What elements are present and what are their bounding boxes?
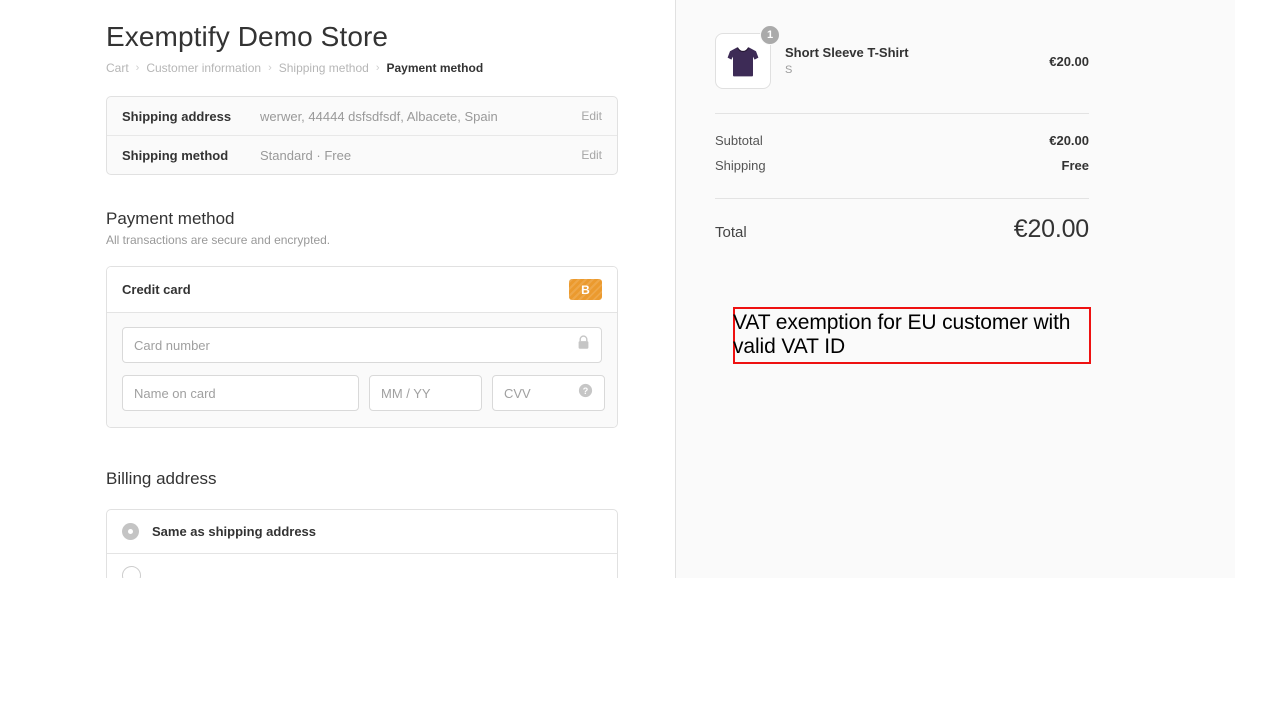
review-row-shipping-address: Shipping address werwer, 44444 dsfsdfsdf… <box>107 97 617 135</box>
subtotal-value: €20.00 <box>1049 128 1089 153</box>
name-on-card-placeholder: Name on card <box>123 386 358 401</box>
annotation-callout-text: VAT exemption for EU customer with valid… <box>733 311 1085 359</box>
summary-row-subtotal: Subtotal €20.00 <box>715 128 1089 153</box>
radio-selected-icon[interactable] <box>122 523 139 540</box>
order-summary-panel: 1 Short Sleeve T-Shirt S €20.00 Subtotal… <box>675 0 1235 578</box>
radio-unselected-icon[interactable] <box>122 566 141 578</box>
checkout-page: Exemptify Demo Store Cart › Customer inf… <box>0 0 1280 578</box>
review-value-shipping-method: Standard · Free <box>260 148 581 163</box>
billing-address-heading: Billing address <box>106 467 618 491</box>
review-label-shipping-address: Shipping address <box>122 109 260 124</box>
edit-shipping-address-link[interactable]: Edit <box>581 109 602 123</box>
credit-card-form: Card number Name on card <box>107 313 617 427</box>
review-value-shipping-address: werwer, 44444 dsfsdfsdf, Albacete, Spain <box>260 109 581 124</box>
shipping-value: Free <box>1062 153 1089 178</box>
breadcrumb-separator-icon: › <box>376 63 380 74</box>
help-icon[interactable]: ? <box>578 383 593 403</box>
review-label-shipping-method: Shipping method <box>122 148 260 163</box>
edit-shipping-method-link[interactable]: Edit <box>581 148 602 162</box>
credit-card-panel: Credit card B Card number <box>106 266 618 428</box>
breadcrumb-separator-icon: › <box>268 63 272 74</box>
payment-method-heading: Payment method <box>106 207 618 231</box>
product-thumbnail-wrap: 1 <box>715 33 771 89</box>
billing-address-options: Same as shipping address <box>106 509 618 578</box>
breadcrumb-item-payment-method: Payment method <box>386 61 483 75</box>
gateway-badge-icon: B <box>569 279 602 300</box>
lock-icon <box>577 335 590 355</box>
credit-card-option-row[interactable]: Credit card B <box>107 267 617 313</box>
total-label: Total <box>715 224 747 241</box>
name-on-card-field[interactable]: Name on card <box>122 375 359 411</box>
summary-row-shipping: Shipping Free <box>715 153 1089 178</box>
summary-divider-bottom <box>715 198 1089 199</box>
cvv-field[interactable]: CVV ? <box>492 375 605 411</box>
product-info: Short Sleeve T-Shirt S <box>771 44 1049 78</box>
breadcrumb-item-cart[interactable]: Cart <box>106 61 129 75</box>
total-value: €20.00 <box>1014 215 1089 244</box>
card-number-placeholder: Card number <box>123 338 577 353</box>
credit-card-option-label: Credit card <box>122 282 569 297</box>
order-line-item: 1 Short Sleeve T-Shirt S €20.00 <box>715 29 1089 93</box>
quantity-badge: 1 <box>760 25 780 45</box>
cvv-placeholder: CVV <box>493 386 578 401</box>
order-review-block: Shipping address werwer, 44444 dsfsdfsdf… <box>106 96 618 175</box>
store-title: Exemptify Demo Store <box>106 0 618 57</box>
product-title: Short Sleeve T-Shirt <box>785 44 1049 61</box>
tshirt-icon <box>721 39 765 83</box>
expiry-date-field[interactable]: MM / YY <box>369 375 482 411</box>
payment-method-subheading: All transactions are secure and encrypte… <box>106 232 618 248</box>
expiry-date-placeholder: MM / YY <box>370 386 481 401</box>
summary-divider-top <box>715 113 1089 114</box>
breadcrumb: Cart › Customer information › Shipping m… <box>106 60 618 76</box>
breadcrumb-item-customer-information[interactable]: Customer information <box>146 61 261 75</box>
order-summary-content: 1 Short Sleeve T-Shirt S €20.00 Subtotal… <box>715 29 1089 244</box>
breadcrumb-item-shipping-method[interactable]: Shipping method <box>279 61 369 75</box>
breadcrumb-separator-icon: › <box>136 63 140 74</box>
checkout-main-column: Exemptify Demo Store Cart › Customer inf… <box>106 0 618 578</box>
summary-totals: Subtotal €20.00 Shipping Free <box>715 128 1089 178</box>
product-variant: S <box>785 63 1049 78</box>
shipping-label: Shipping <box>715 153 766 178</box>
annotation-callout-box: VAT exemption for EU customer with valid… <box>733 307 1091 364</box>
screenshot-root: Exemptify Demo Store Cart › Customer inf… <box>0 0 1280 720</box>
card-number-field[interactable]: Card number <box>122 327 602 363</box>
svg-text:?: ? <box>583 386 589 396</box>
product-price: €20.00 <box>1049 54 1089 69</box>
card-details-row: Name on card MM / YY CVV ? <box>122 375 602 411</box>
billing-option-same-as-shipping[interactable]: Same as shipping address <box>107 510 617 553</box>
billing-option-different-address[interactable] <box>107 553 617 578</box>
billing-option-label: Same as shipping address <box>152 524 316 539</box>
summary-row-total: Total €20.00 <box>715 215 1089 244</box>
billing-address-section: Billing address Same as shipping address <box>106 467 618 578</box>
payment-method-section: Payment method All transactions are secu… <box>106 207 618 428</box>
subtotal-label: Subtotal <box>715 128 763 153</box>
review-row-shipping-method: Shipping method Standard · Free Edit <box>107 135 617 174</box>
